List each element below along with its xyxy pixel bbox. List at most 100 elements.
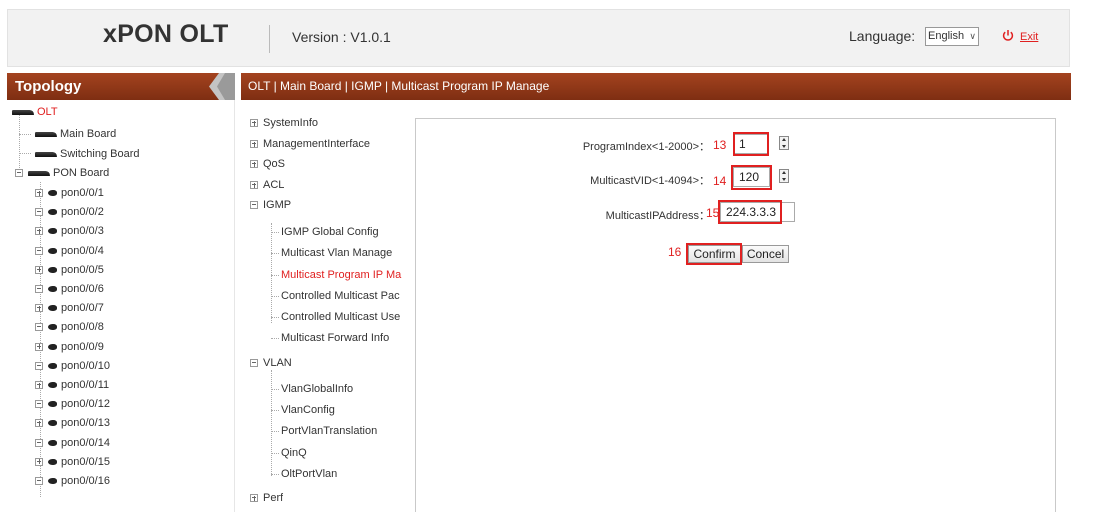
- menu-label: IGMP Global Config: [281, 226, 379, 238]
- language-select[interactable]: English ∨: [925, 27, 979, 46]
- tree-node-pon-port[interactable]: pon0/0/1: [35, 184, 104, 202]
- expand-icon[interactable]: [35, 381, 43, 389]
- menu-connector: [271, 388, 279, 390]
- tree-node-pon-port[interactable]: pon0/0/8: [35, 318, 104, 336]
- tree-node-pon-port[interactable]: pon0/0/11: [35, 376, 109, 394]
- tree-node-olt[interactable]: OLT: [12, 103, 58, 121]
- menu-label: ManagementInterface: [263, 138, 371, 150]
- collapse-panel-icon[interactable]: [205, 73, 235, 100]
- tree-node-main-board[interactable]: Main Board: [35, 125, 116, 143]
- menu-management-interface[interactable]: ManagementInterface: [250, 135, 370, 153]
- expand-icon[interactable]: [35, 265, 43, 274]
- collapse-icon[interactable]: [35, 208, 43, 217]
- exit-link[interactable]: Exit: [1020, 31, 1038, 43]
- top-header: xPON OLT Version : V1.0.1 Language: Engl…: [7, 9, 1070, 67]
- expand-icon[interactable]: [35, 457, 43, 466]
- menu-port-vlan-translation[interactable]: PortVlanTranslation: [271, 422, 411, 440]
- menu-label: Controlled Multicast Use: [281, 311, 401, 323]
- tree-node-pon-port[interactable]: pon0/0/2: [35, 203, 104, 221]
- menu-connector: [271, 430, 279, 432]
- topology-header: Topology: [7, 73, 235, 100]
- tree-node-pon-port[interactable]: pon0/0/4: [35, 242, 104, 260]
- tree-node-switching-board[interactable]: Switching Board: [35, 145, 140, 163]
- tree-node-label: Switching Board: [60, 148, 140, 160]
- menu-connector: [271, 231, 279, 233]
- power-icon[interactable]: [1002, 29, 1014, 42]
- menu-label: PortVlanTranslation: [281, 425, 378, 437]
- collapse-icon[interactable]: [35, 477, 43, 485]
- menu-connector: [271, 473, 279, 475]
- pon-port-icon: [48, 305, 57, 312]
- tree-node-pon-port[interactable]: pon0/0/14: [35, 434, 110, 452]
- menu-label: Controlled Multicast Pac: [281, 290, 400, 302]
- breadcrumb: OLT | Main Board | IGMP | Multicast Prog…: [248, 79, 550, 93]
- collapse-icon[interactable]: [35, 400, 43, 409]
- tree-node-pon-port[interactable]: pon0/0/3: [35, 222, 104, 240]
- tree-node-pon-port[interactable]: pon0/0/12: [35, 395, 110, 413]
- breadcrumb-bar: OLT | Main Board | IGMP | Multicast Prog…: [241, 73, 1071, 100]
- collapse-icon[interactable]: [35, 361, 43, 370]
- tree-node-pon-port[interactable]: pon0/0/15: [35, 453, 110, 471]
- menu-qos[interactable]: QoS: [250, 155, 285, 173]
- tree-node-label: pon0/0/12: [61, 398, 110, 411]
- tree-node-label: pon0/0/4: [61, 244, 104, 257]
- collapse-icon[interactable]: [15, 169, 23, 177]
- menu-perf[interactable]: Perf: [250, 489, 283, 507]
- menu-connector: [271, 337, 279, 339]
- collapse-icon[interactable]: [250, 201, 258, 209]
- tree-node-pon-port[interactable]: pon0/0/13: [35, 414, 110, 432]
- tree-node-pon-board[interactable]: PON Board: [15, 164, 109, 182]
- expand-icon[interactable]: [250, 119, 258, 127]
- tree-node-label: pon0/0/6: [61, 283, 104, 295]
- pon-port-icon: [48, 343, 57, 350]
- confirm-button[interactable]: Confirm: [688, 245, 741, 263]
- menu-multicast-forward-info[interactable]: Multicast Forward Info: [271, 329, 411, 347]
- program-index-input[interactable]: [733, 134, 768, 154]
- expand-icon[interactable]: [250, 160, 258, 168]
- tree-node-pon-port[interactable]: pon0/0/6: [35, 280, 104, 298]
- menu-systeminfo[interactable]: SystemInfo: [250, 114, 318, 132]
- program-index-spinner[interactable]: [779, 136, 789, 150]
- expand-icon[interactable]: [250, 140, 258, 148]
- topology-tree: OLT Main Board Switching Board PON Board…: [7, 100, 235, 512]
- menu-vlan-global-info[interactable]: VlanGlobalInfo: [271, 380, 411, 398]
- expand-icon[interactable]: [35, 419, 43, 428]
- menu-label: Multicast Forward Info: [281, 332, 390, 344]
- menu-multicast-vlan-manage[interactable]: Multicast Vlan Manage: [271, 244, 411, 262]
- menu-acl[interactable]: ACL: [250, 176, 284, 194]
- collapse-icon[interactable]: [35, 246, 43, 255]
- expand-icon[interactable]: [35, 189, 43, 197]
- menu-controlled-multicast-user[interactable]: Controlled Multicast Use: [271, 308, 411, 326]
- expand-icon[interactable]: [250, 494, 258, 502]
- tree-node-pon-port[interactable]: pon0/0/9: [35, 338, 104, 356]
- expand-icon[interactable]: [35, 342, 43, 351]
- tree-node-pon-port[interactable]: pon0/0/5: [35, 261, 104, 279]
- collapse-icon[interactable]: [250, 359, 258, 367]
- collapse-icon[interactable]: [35, 323, 43, 332]
- pon-port-icon: [48, 458, 57, 465]
- tree-node-pon-port[interactable]: pon0/0/7: [35, 299, 104, 317]
- menu-vlan[interactable]: VLAN: [250, 354, 292, 372]
- menu-vlan-config[interactable]: VlanConfig: [271, 401, 411, 419]
- menu-qinq[interactable]: QinQ: [271, 444, 411, 462]
- menu-igmp[interactable]: IGMP: [250, 196, 291, 214]
- collapse-icon[interactable]: [35, 285, 43, 293]
- collapse-icon[interactable]: [35, 438, 43, 447]
- brand-title: xPON OLT: [103, 20, 229, 48]
- multicast-vid-input[interactable]: [733, 167, 770, 187]
- pon-port-icon: [48, 228, 57, 235]
- menu-controlled-multicast-package[interactable]: Controlled Multicast Pac: [271, 287, 411, 305]
- expand-icon[interactable]: [35, 304, 43, 313]
- tree-node-pon-port[interactable]: pon0/0/10: [35, 357, 110, 375]
- menu-igmp-global-config[interactable]: IGMP Global Config: [271, 223, 411, 241]
- menu-multicast-program-ip-manage[interactable]: Multicast Program IP Ma: [271, 266, 411, 284]
- cancel-button[interactable]: Concel: [742, 245, 789, 263]
- multicast-ip-input[interactable]: [720, 202, 795, 222]
- version-label: Version : V1.0.1: [292, 29, 391, 45]
- expand-icon[interactable]: [250, 181, 258, 189]
- menu-olt-port-vlan[interactable]: OltPortVlan: [271, 465, 411, 483]
- tree-node-pon-port[interactable]: pon0/0/16: [35, 472, 110, 490]
- multicast-vid-spinner[interactable]: [779, 169, 789, 183]
- expand-icon[interactable]: [35, 227, 43, 236]
- menu-label: VLAN: [263, 357, 292, 369]
